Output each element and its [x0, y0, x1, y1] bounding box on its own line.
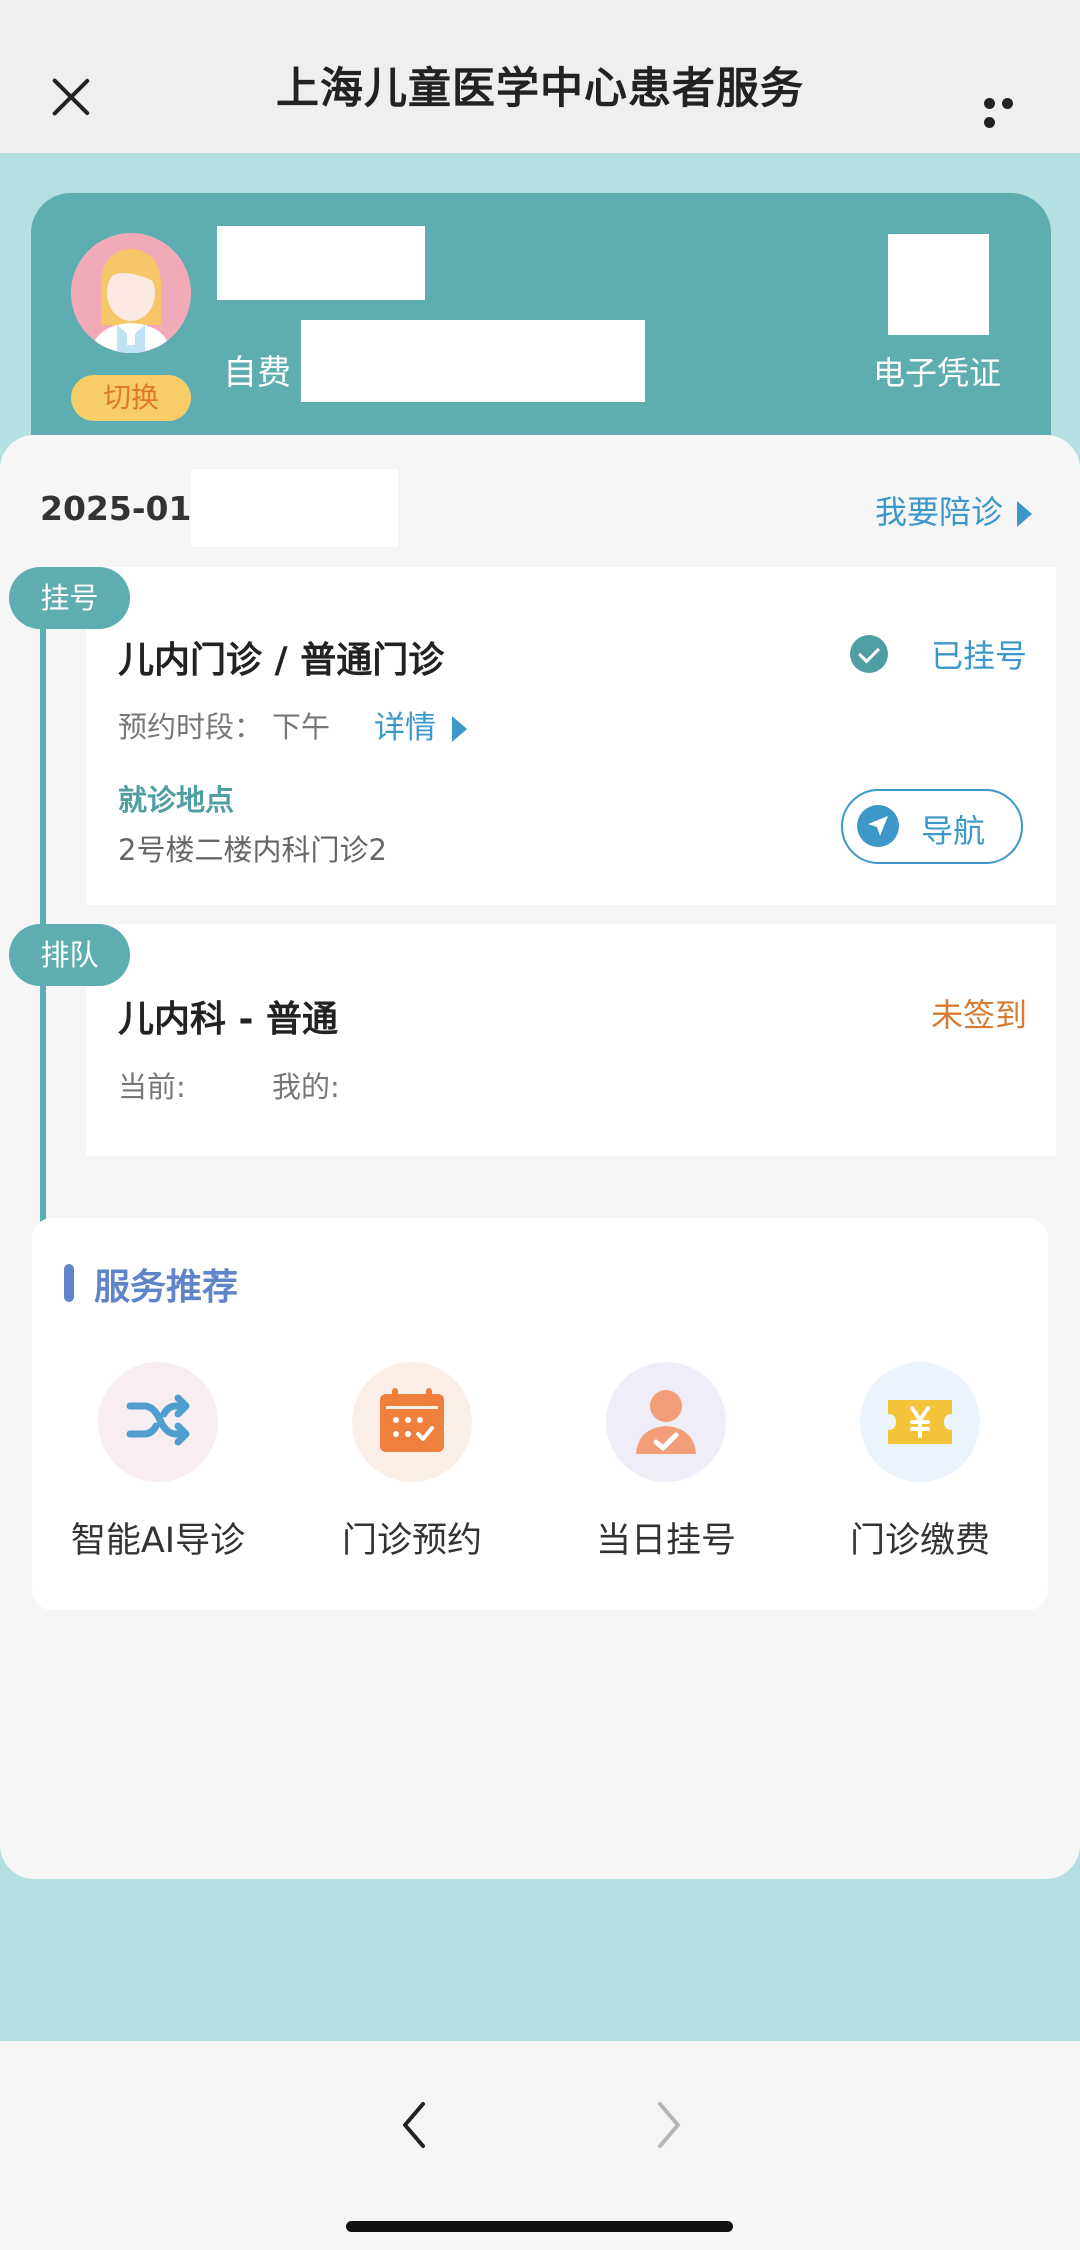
queue-tag: 排队 — [9, 924, 130, 986]
services-section: 服务推荐 智能AI导诊 门诊预约 当日挂号 门诊缴费 — [32, 1218, 1048, 1610]
visit-date: 2025-01- — [40, 489, 206, 528]
check-icon — [850, 635, 888, 673]
section-accent-bar — [64, 1264, 74, 1302]
queue-current-label: 当前: — [118, 1070, 186, 1104]
user-check-icon — [606, 1362, 726, 1482]
details-label: 详情 — [374, 710, 436, 746]
shuffle-icon — [98, 1362, 218, 1482]
page-title: 上海儿童医学中心患者服务 — [276, 64, 804, 114]
calendar-icon — [352, 1362, 472, 1482]
visit-date-redacted — [191, 469, 398, 547]
registration-tag: 挂号 — [9, 567, 130, 629]
escort-label: 我要陪诊 — [875, 493, 1004, 531]
forward-chevron-icon[interactable] — [648, 2100, 688, 2150]
queue-mine-label: 我的: — [272, 1070, 340, 1104]
time-slot-value: 下午 — [272, 710, 331, 744]
registration-status: 已挂号 — [931, 637, 1028, 675]
service-ai-triage[interactable]: 智能AI导诊 — [43, 1362, 273, 1562]
navigation-button[interactable]: 导航 — [841, 789, 1023, 864]
location-label: 就诊地点 — [118, 783, 235, 817]
queue-card: 儿内科 - 普通 未签到 当前: 我的: — [86, 924, 1056, 1156]
service-outpatient-payment[interactable]: 门诊缴费 — [805, 1362, 1035, 1562]
service-outpatient-appointment[interactable]: 门诊预约 — [297, 1362, 527, 1562]
payment-type: 自费 — [223, 353, 291, 393]
service-label: 门诊缴费 — [849, 1521, 990, 1561]
more-options-icon[interactable] — [984, 94, 1034, 128]
caret-right-icon — [452, 716, 467, 742]
bottom-nav-bar — [0, 2041, 1080, 2250]
top-bar: 上海儿童医学中心患者服务 — [0, 0, 1080, 153]
queue-title: 儿内科 - 普通 — [118, 999, 339, 1040]
queue-status: 未签到 — [931, 996, 1028, 1034]
caret-right-icon — [1017, 501, 1033, 527]
navigation-arrow-icon — [857, 805, 899, 847]
service-same-day-registration[interactable]: 当日挂号 — [551, 1362, 781, 1562]
services-title: 服务推荐 — [94, 1267, 239, 1308]
voucher-code-redacted[interactable] — [888, 234, 989, 335]
back-chevron-icon[interactable] — [395, 2100, 435, 2150]
escort-link[interactable]: 我要陪诊 — [875, 487, 1033, 533]
service-label: 智能AI导诊 — [70, 1521, 246, 1561]
registration-card: 儿内门诊 / 普通门诊 已挂号 预约时段： 下午 详情 就诊地点 2号楼二楼内科… — [86, 567, 1056, 905]
location-value: 2号楼二楼内科门诊2 — [118, 833, 387, 867]
service-label: 门诊预约 — [341, 1521, 482, 1561]
details-link[interactable]: 详情 — [374, 702, 467, 747]
switch-patient-button[interactable]: 切换 — [71, 375, 191, 421]
patient-id-redacted — [301, 320, 645, 402]
ticket-yen-icon — [860, 1362, 980, 1482]
patient-name-redacted — [217, 226, 425, 300]
main-panel: 2025-01- 我要陪诊 儿内门诊 / 普通门诊 已挂号 预约时段： 下午 详… — [0, 435, 1080, 1879]
avatar — [71, 233, 191, 353]
navigation-label: 导航 — [921, 812, 986, 850]
home-indicator — [346, 2221, 733, 2232]
department-title: 儿内门诊 / 普通门诊 — [118, 640, 445, 681]
electronic-voucher-label[interactable]: 电子凭证 — [873, 348, 1001, 394]
time-slot-label: 预约时段： — [118, 710, 264, 744]
patient-profile-card: 切换 自费 电子凭证 — [31, 193, 1051, 453]
service-label: 当日挂号 — [595, 1521, 736, 1561]
